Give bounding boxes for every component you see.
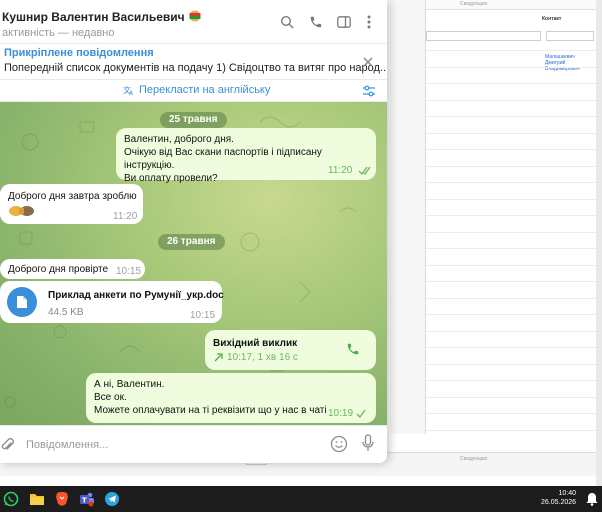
call-info: 10:17, 1 хв 16 с [227, 352, 298, 363]
translate-icon: 文A [123, 85, 134, 96]
notification-bell-icon[interactable] [586, 492, 598, 506]
clock-date: 26.05.2026 [541, 499, 577, 506]
background-contact-link[interactable]: Малашкевич Дмитрий Владимирович [545, 54, 595, 72]
date-separator: 26 травня [158, 234, 225, 250]
pinned-message-title: Прикріплене повідомлення [4, 47, 154, 59]
background-table-row-divider [426, 429, 596, 431]
message-text: Валентин, доброго дня. Очікую від Вас ск… [124, 134, 322, 184]
message-time: 10:15 [116, 266, 142, 277]
pinned-message-text: Попередній список документів на подачу 1… [4, 62, 387, 74]
sidebar-toggle-icon[interactable] [335, 13, 353, 31]
background-filter-input[interactable] [546, 31, 594, 41]
document-file-icon[interactable] [7, 287, 37, 317]
background-filter-select[interactable] [426, 31, 541, 41]
more-options-icon[interactable] [360, 13, 378, 31]
call-title: Вихідний виклик [213, 338, 298, 349]
background-table-row-divider [426, 264, 596, 266]
search-icon[interactable] [278, 13, 296, 31]
microphone-icon[interactable] [362, 434, 374, 454]
message-bubble-outgoing[interactable]: Валентин, доброго дня. Очікую від Вас ск… [116, 128, 376, 184]
message-text: Доброго дня провірте [8, 264, 109, 275]
message-input[interactable] [26, 435, 316, 455]
flag-emoji-icon [189, 10, 201, 22]
phone-icon[interactable] [346, 342, 360, 356]
message-bubble-incoming[interactable]: Доброго дня завтра зроблю 11:20 [0, 184, 143, 224]
background-table-row-divider [426, 297, 596, 299]
background-table-row-divider [426, 215, 596, 216]
clock-time: 10:40 [558, 490, 577, 497]
chat-contact-status: активність — недавно [2, 27, 115, 39]
background-table-row-divider [426, 50, 596, 51]
teams-icon[interactable]: T [78, 490, 96, 508]
background-table-row-divider [426, 248, 596, 249]
file-size: 44.5 KB [48, 307, 84, 318]
outgoing-arrow-icon [214, 353, 223, 362]
background-table-row-divider [426, 182, 596, 183]
background-header-label: Сведующих [460, 1, 488, 7]
background-table-row-divider [426, 281, 596, 282]
handshake-emoji-icon [9, 206, 34, 216]
background-table-row-divider [426, 83, 596, 84]
chat-messages-area[interactable]: 25 травня Валентин, доброго дня. Очікую … [0, 102, 387, 425]
background-panel [390, 0, 426, 434]
message-bubble-incoming[interactable]: Доброго дня провірте 10:15 [0, 259, 145, 279]
windows-taskbar: T 10:40 26.05.2026 [0, 486, 602, 512]
emoji-icon[interactable] [330, 435, 348, 453]
brave-browser-icon[interactable] [53, 490, 71, 508]
telegram-chat-window: Кушнир Валентин Васильевич активність — … [0, 0, 387, 463]
message-time: 11:20 [113, 211, 138, 222]
chat-header: Кушнир Валентин Васильевич активність — … [0, 0, 387, 44]
phone-call-icon[interactable] [307, 13, 325, 31]
background-table-row-divider [426, 116, 596, 117]
background-table-header [426, 0, 596, 10]
background-table-row-divider [426, 314, 596, 315]
date-separator: 25 травня [160, 112, 227, 128]
double-check-icon [358, 166, 371, 175]
svg-text:T: T [82, 497, 87, 505]
background-table-row-divider [426, 380, 596, 381]
chat-contact-name[interactable]: Кушнир Валентин Васильевич [2, 10, 202, 24]
contact-name-text: Кушнир Валентин Васильевич [2, 10, 185, 24]
background-table-row-divider [426, 231, 596, 233]
translate-bar: 文A Перекласти на англійську [0, 80, 387, 102]
message-time: 11:20 [328, 165, 353, 176]
background-table-row-divider [426, 132, 596, 134]
message-text: Доброго дня завтра зроблю [8, 191, 137, 202]
message-time: 10:15 [190, 310, 216, 321]
message-text: А ні, Валентин. Все ок. Можете оплачуват… [94, 379, 327, 416]
background-table-row-divider [426, 347, 596, 348]
translate-button[interactable]: 文A Перекласти на англійську [123, 84, 270, 96]
background-footer-label: Сведующих [460, 456, 488, 462]
background-table-row-divider [426, 149, 596, 150]
telegram-icon[interactable] [103, 490, 121, 508]
svg-text:A: A [129, 90, 134, 96]
folder-icon[interactable] [28, 490, 46, 508]
background-contact-column-header: Контакт [542, 16, 562, 22]
file-message-bubble[interactable]: Приклад анкети по Румунії_укр.doc 44.5 K… [0, 281, 224, 323]
translate-label: Перекласти на англійську [139, 84, 271, 96]
background-table-row-divider [426, 198, 596, 200]
background-table-row-divider [426, 363, 596, 365]
background-table-row-divider [426, 396, 596, 398]
message-time: 10:19 [328, 408, 354, 419]
close-icon[interactable] [360, 54, 376, 70]
whatsapp-icon[interactable] [2, 490, 20, 508]
background-table-row-divider [426, 99, 596, 101]
background-table-row-divider [426, 330, 596, 332]
check-icon [356, 409, 366, 418]
background-table-row-divider [426, 66, 596, 68]
background-scrollbar[interactable] [596, 0, 602, 486]
attach-paperclip-icon[interactable] [0, 437, 14, 453]
file-name[interactable]: Приклад анкети по Румунії_укр.doc [48, 289, 224, 302]
message-composer [0, 425, 387, 463]
message-bubble-outgoing[interactable]: А ні, Валентин. Все ок. Можете оплачуват… [86, 373, 376, 423]
call-message-bubble[interactable]: Вихідний виклик 10:17, 1 хв 16 с [205, 330, 376, 370]
taskbar-clock[interactable]: 10:40 26.05.2026 [541, 489, 576, 507]
background-table-row-divider [426, 413, 596, 414]
pinned-message-bar[interactable]: Прикріплене повідомлення Попередній спис… [0, 44, 387, 80]
translate-settings-icon[interactable] [362, 84, 376, 98]
background-table-row-divider [426, 165, 596, 167]
